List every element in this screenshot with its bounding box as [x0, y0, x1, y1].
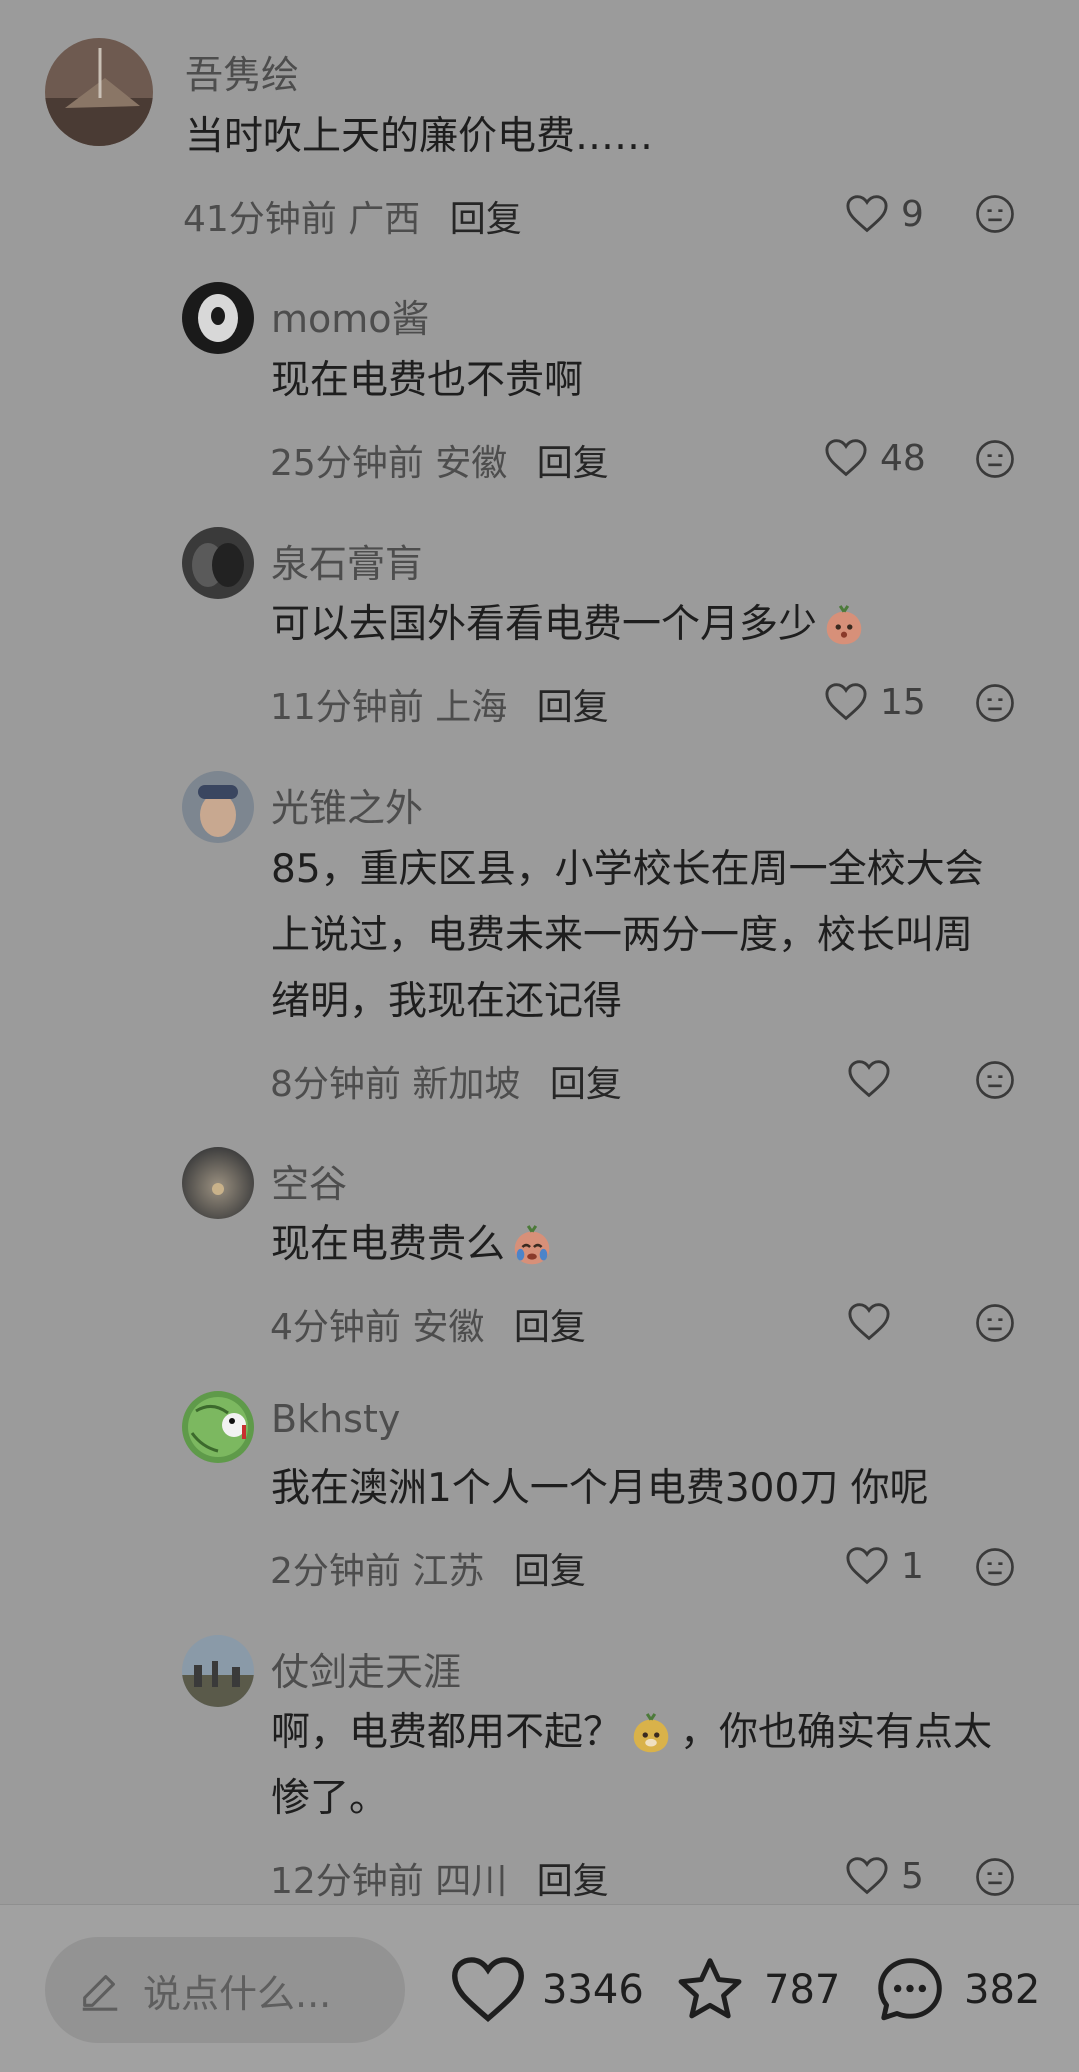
- unhappy-face-icon[interactable]: [975, 1060, 1015, 1100]
- avatar[interactable]: [182, 771, 254, 843]
- comment-time: 41分钟前: [183, 199, 337, 240]
- reply-button[interactable]: 回复: [537, 1861, 609, 1902]
- comment-input-placeholder: 说点什么...: [143, 1971, 332, 2016]
- comment-text-body: ，你也确实有点太: [680, 1710, 993, 1755]
- bottom-action-bar: 说点什么... 3346 787 382: [0, 1904, 1079, 2072]
- sticker-emoji-icon: [826, 604, 862, 644]
- comment-count: 382: [964, 1967, 1041, 2013]
- comment-location: 广西: [348, 199, 421, 240]
- avatar[interactable]: [45, 38, 153, 146]
- heart-icon: [848, 1060, 890, 1098]
- comment-meta: 11分钟前 上海 回复: [270, 678, 609, 730]
- comment-location: 江苏: [412, 1551, 485, 1592]
- comment-time: 12分钟前: [270, 1861, 424, 1902]
- comment-author[interactable]: 泉石膏肓: [271, 533, 423, 588]
- comment-meta: 2分钟前 江苏 回复: [270, 1542, 586, 1594]
- avatar[interactable]: [182, 1391, 254, 1463]
- comment-text: 我在澳洲1个人一个月电费300刀 你呢: [271, 1466, 929, 1511]
- like-button[interactable]: 1: [845, 1542, 924, 1590]
- like-button[interactable]: 15: [824, 678, 926, 726]
- like-count: 5: [901, 1855, 924, 1897]
- comment-meta: 41分钟前 广西 回复: [183, 190, 522, 242]
- like-count: 9: [901, 193, 924, 235]
- comment-text-line: 85，重庆区县，小学校长在周一全校大会: [271, 847, 984, 892]
- comment-meta: 12分钟前 四川 回复: [270, 1852, 609, 1904]
- comment-time: 11分钟前: [270, 687, 424, 728]
- comment-meta: 8分钟前 新加坡 回复: [270, 1055, 622, 1107]
- avatar[interactable]: [182, 1635, 254, 1707]
- unhappy-face-icon[interactable]: [975, 1547, 1015, 1587]
- heart-icon: [846, 1857, 888, 1895]
- comment-text: 现在电费贵么: [271, 1212, 555, 1278]
- avatar[interactable]: [182, 1147, 254, 1219]
- comment-location: 四川: [435, 1861, 508, 1902]
- comment-author[interactable]: momo酱: [271, 288, 430, 343]
- comment-time: 2分钟前: [270, 1551, 401, 1592]
- comment-text: 当时吹上天的廉价电费……: [185, 114, 654, 159]
- heart-icon: [846, 1547, 888, 1585]
- reply-button[interactable]: 回复: [537, 687, 609, 728]
- like-post-button[interactable]: 3346: [450, 1953, 644, 2027]
- unhappy-face-icon[interactable]: [975, 683, 1015, 723]
- like-button[interactable]: 5: [845, 1852, 924, 1900]
- pencil-icon: [82, 1975, 118, 2011]
- comment-location: 新加坡: [412, 1064, 521, 1105]
- unhappy-face-icon[interactable]: [975, 194, 1015, 234]
- like-button[interactable]: 48: [824, 434, 926, 482]
- comment-text-line: 惨了。: [271, 1776, 389, 1821]
- comment-text: 可以去国外看看电费一个月多少: [271, 592, 867, 658]
- comment-time: 4分钟前: [270, 1307, 401, 1348]
- comment-text-body: 啊，电费都用不起？: [271, 1710, 623, 1755]
- comment-text: 现在电费也不贵啊: [271, 358, 584, 403]
- unhappy-face-icon[interactable]: [975, 1303, 1015, 1343]
- star-icon: [678, 1958, 742, 2019]
- like-button[interactable]: 9: [845, 190, 924, 238]
- like-button[interactable]: [847, 1055, 891, 1103]
- comment-author[interactable]: 空谷: [271, 1153, 347, 1208]
- comment-time: 25分钟前: [270, 443, 424, 484]
- comment-author[interactable]: 吾隽绘: [185, 44, 299, 99]
- reply-button[interactable]: 回复: [450, 199, 522, 240]
- comment-location: 安徽: [435, 443, 508, 484]
- comment-text-body: 现在电费贵么: [271, 1222, 506, 1267]
- comment-text-line: 上说过，电费未来一两分一度，校长叫周: [271, 913, 974, 958]
- heart-icon: [846, 195, 888, 233]
- unhappy-face-icon[interactable]: [975, 439, 1015, 479]
- chat-bubble-icon: [878, 1958, 942, 2021]
- favorite-button[interactable]: 787: [672, 1953, 840, 2027]
- unhappy-face-icon[interactable]: [975, 1857, 1015, 1897]
- heart-icon: [825, 439, 867, 477]
- comments-button[interactable]: 382: [872, 1953, 1040, 2027]
- reply-button[interactable]: 回复: [550, 1064, 622, 1105]
- avatar[interactable]: [182, 282, 254, 354]
- comment-location: 安徽: [412, 1307, 485, 1348]
- comment-location: 上海: [435, 687, 508, 728]
- like-count: 15: [880, 681, 926, 723]
- comment-text-line: 绪明，我现在还记得: [271, 979, 623, 1024]
- like-count: 48: [880, 437, 926, 479]
- avatar[interactable]: [182, 527, 254, 599]
- comment-time: 8分钟前: [270, 1064, 401, 1105]
- heart-icon: [452, 1957, 524, 2023]
- comment-meta: 25分钟前 安徽 回复: [270, 434, 609, 486]
- comment-text: 啊，电费都用不起？ ，你也确实有点太: [271, 1700, 992, 1766]
- comment-author[interactable]: 仗剑走天涯: [271, 1641, 461, 1696]
- comment-text-body: 可以去国外看看电费一个月多少: [271, 602, 818, 647]
- post-like-count: 3346: [542, 1967, 644, 2013]
- doge-sticker-icon: [633, 1712, 669, 1752]
- heart-icon: [825, 683, 867, 721]
- like-button[interactable]: [847, 1298, 891, 1346]
- comment-meta: 4分钟前 安徽 回复: [270, 1298, 586, 1350]
- comment-author[interactable]: 光锥之外: [271, 777, 423, 832]
- comment-author[interactable]: Bkhsty: [271, 1397, 400, 1441]
- reply-button[interactable]: 回复: [537, 443, 609, 484]
- reply-button[interactable]: 回复: [514, 1551, 586, 1592]
- favorite-count: 787: [764, 1967, 841, 2013]
- crying-sticker-icon: [514, 1224, 550, 1264]
- heart-icon: [848, 1303, 890, 1341]
- reply-button[interactable]: 回复: [514, 1307, 586, 1348]
- like-count: 1: [901, 1545, 924, 1587]
- comment-input[interactable]: 说点什么...: [45, 1937, 405, 2043]
